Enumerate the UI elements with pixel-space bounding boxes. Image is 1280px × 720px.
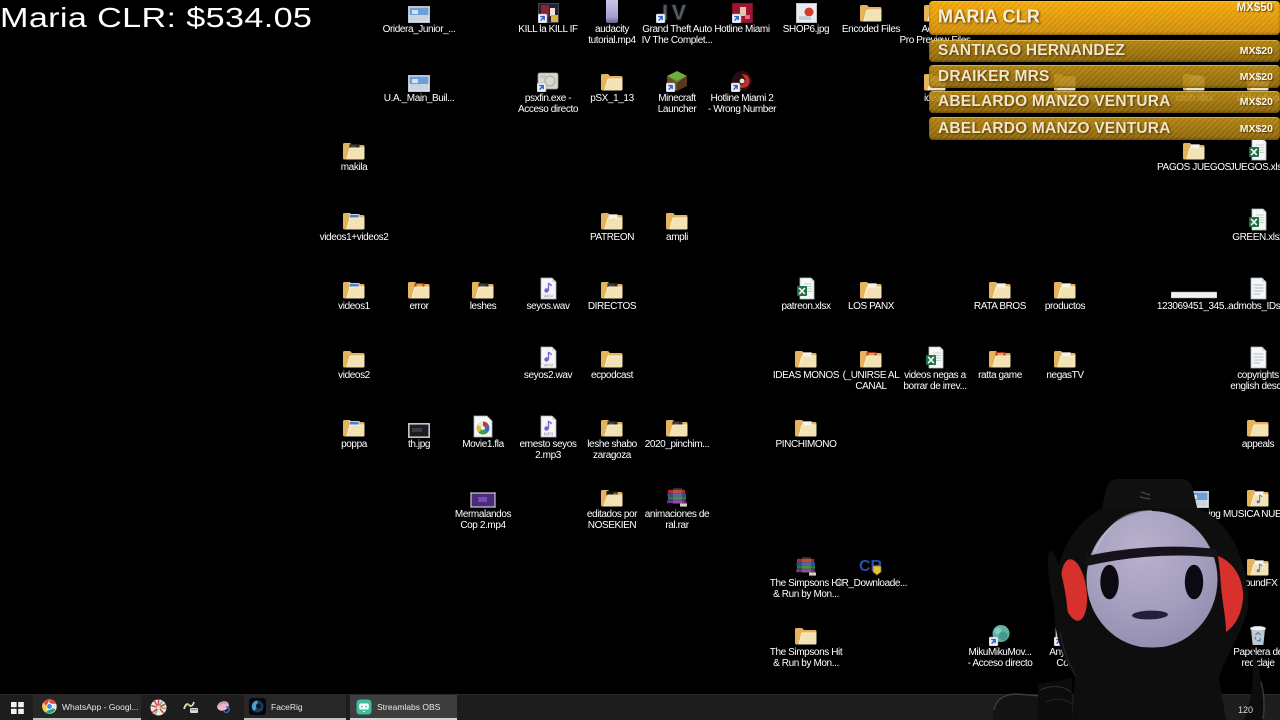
svg-text:WAV: WAV [543,294,554,299]
svg-text:MP3: MP3 [543,432,553,437]
svg-text:WAV: WAV [543,363,554,368]
svg-text:IV: IV [662,3,690,23]
